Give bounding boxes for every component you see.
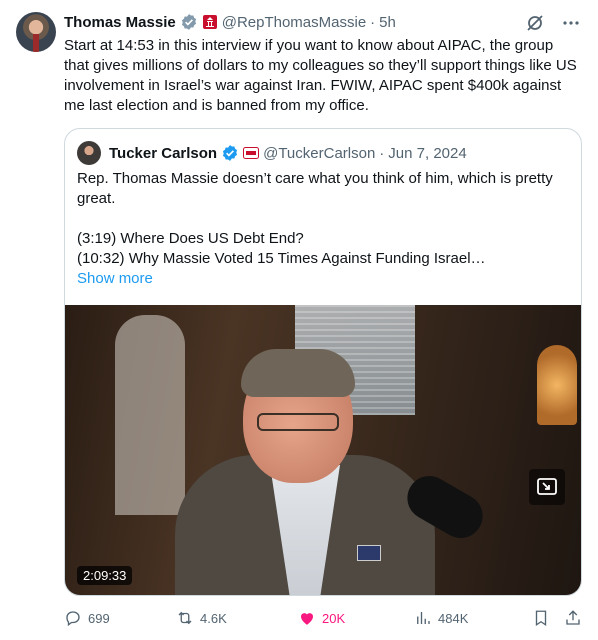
video-subject-pin [357,545,381,561]
views-icon [417,612,430,624]
tweet-text: Start at 14:53 in this interview if you … [64,37,577,114]
bookmark-icon [535,610,547,627]
verified-check-icon [181,14,196,30]
video-bg-person [115,315,185,515]
tcn-logo-icon [243,147,260,159]
video-thumbnail[interactable]: 2:09:33 [65,305,581,595]
quote-text: Rep. Thomas Massie doesn’t care what you… [77,169,571,289]
quote-author-handle: @TuckerCarlson [263,144,376,162]
tweet-header: Thomas Massie @RepThomasMassie · 5h [64,12,396,32]
video-bg-lamp [537,345,577,425]
repost-count: 4.6K [200,610,227,626]
quote-author-name: Tucker Carlson [109,144,218,162]
share-button[interactable] [564,609,582,627]
repost-button[interactable]: 4.6K [176,609,227,627]
quote-line-2: (3:19) Where Does US Debt End? [77,230,304,247]
tweet-time[interactable]: 5h [379,14,396,31]
separator-dot: · [370,13,376,31]
separator-dot: · [379,144,385,162]
video-subject-hair [241,349,355,397]
reply-count: 699 [88,610,110,626]
action-bar: 699 4.6K 20K 484K [64,606,582,630]
share-icon [566,610,580,625]
us-house-badge-icon [202,15,217,29]
quoted-tweet-card[interactable]: Tucker Carlson @TuckerCarlson · Jun 7, 2… [64,128,582,596]
reply-button[interactable]: 699 [64,609,110,627]
bookmark-button[interactable] [532,609,550,627]
video-duration: 2:09:33 [77,566,133,585]
more-dots-icon[interactable] [560,12,582,34]
author-avatar[interactable] [16,12,56,52]
heart-icon [301,613,313,625]
show-more-link[interactable]: Show more [77,269,571,289]
quote-line-3: (10:32) Why Massie Voted 15 Times Agains… [77,250,486,267]
like-count: 20K [322,610,346,626]
quote-date: Jun 7, 2024 [388,144,467,162]
like-button[interactable]: 20K [298,609,345,627]
author-name[interactable]: Thomas Massie [64,14,176,31]
video-subject-glasses [257,413,339,431]
quote-header: Tucker Carlson @TuckerCarlson · Jun 7, 2… [77,141,467,165]
quote-author-avatar [77,141,101,165]
verified-check-icon [223,145,238,161]
author-handle[interactable]: @RepThomasMassie [222,14,366,31]
grok-icon[interactable] [524,12,546,34]
views-count: 484K [438,610,469,626]
repost-icon [178,611,192,625]
quote-line-1: Rep. Thomas Massie doesn’t care what you… [77,170,553,207]
top-right-icons [524,12,582,34]
views-button[interactable]: 484K [414,609,468,627]
reply-icon [66,611,80,627]
picture-in-picture-icon[interactable] [529,469,565,505]
